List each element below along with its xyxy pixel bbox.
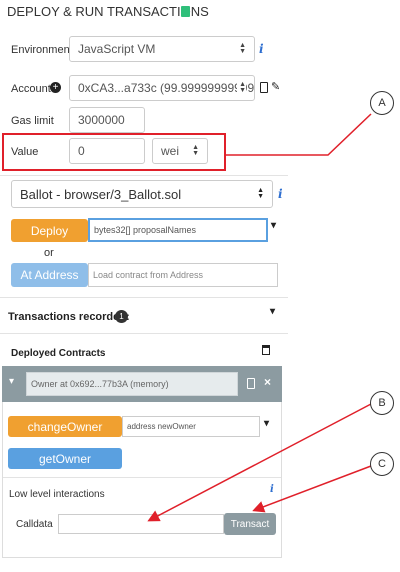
select-arrows-icon: ▲ ▼ [257,187,264,200]
transact-button[interactable]: Transact [224,513,276,535]
deployed-contracts-title: Deployed Contracts [11,348,106,359]
deploy-params-input[interactable]: bytes32[] proposalNames [88,218,268,242]
callout-b-circle: B [370,391,394,415]
chevron-down-icon[interactable]: ▾ [270,306,275,317]
account-select[interactable]: 0xCA3...a733c (99.99999999999 ▲ ▼ [69,75,255,101]
contract-select[interactable]: Ballot - browser/3_Ballot.sol ▲ ▼ [11,180,273,208]
calldata-input[interactable] [58,514,224,534]
transactions-recorded-label: Transactions recorded: [8,311,130,323]
expand-chevron-icon[interactable]: ▾ [9,376,14,387]
divider [0,297,288,298]
account-label: Account [11,83,51,95]
copy-address-icon[interactable] [247,378,255,389]
callout-c-circle: C [370,452,394,476]
close-icon[interactable]: × [264,375,271,389]
divider [3,477,281,478]
transactions-count-badge: 1 [115,310,128,323]
account-value: 0xCA3...a733c (99.99999999999 [78,81,255,95]
callout-a-line [226,113,372,156]
low-level-interactions-label: Low level interactions [9,489,105,500]
copy-account-icon[interactable] [260,82,268,93]
get-owner-button[interactable]: getOwner [8,448,122,469]
environment-select[interactable]: JavaScript VM ▲ ▼ [69,36,255,62]
instance-address: Owner at 0x692...77b3A (memory) [26,372,238,396]
callout-b-label: B [378,397,386,409]
change-owner-params-input[interactable]: address newOwner [122,416,260,437]
select-arrows-icon: ▲ ▼ [239,42,246,55]
at-address-button[interactable]: At Address [11,263,88,287]
gas-limit-value: 3000000 [78,113,125,127]
or-text: or [44,247,54,259]
change-owner-button[interactable]: changeOwner [8,416,122,437]
trash-icon[interactable] [262,345,270,355]
callout-c-label: C [378,458,386,470]
low-level-info-icon[interactable]: i [270,484,274,495]
gas-limit-input[interactable]: 3000000 [69,107,145,133]
edit-account-icon[interactable]: ✎ [271,80,280,93]
environment-info-icon[interactable]: i [259,42,264,56]
add-account-icon[interactable]: + [50,82,61,93]
divider [0,175,288,176]
select-arrows-icon: ▲ ▼ [237,81,246,94]
environment-value: JavaScript VM [78,42,156,56]
at-address-input[interactable]: Load contract from Address [88,263,278,287]
calldata-label: Calldata [16,519,53,530]
callout-a-circle: A [370,91,394,115]
contract-info-icon[interactable]: i [278,187,283,201]
divider [0,333,288,334]
callout-a-label: A [378,97,386,109]
environment-label: Environment [11,44,73,56]
chevron-down-icon[interactable]: ▾ [271,220,276,231]
deploy-button[interactable]: Deploy [11,219,88,242]
chevron-down-icon[interactable]: ▾ [264,418,269,429]
docs-icon[interactable] [181,6,190,17]
contract-value: Ballot - browser/3_Ballot.sol [20,186,182,202]
gas-limit-label: Gas limit [11,115,54,127]
value-highlight-box [2,133,226,171]
panel-title: DEPLOY & RUN TRANSACTIONS [7,4,209,19]
